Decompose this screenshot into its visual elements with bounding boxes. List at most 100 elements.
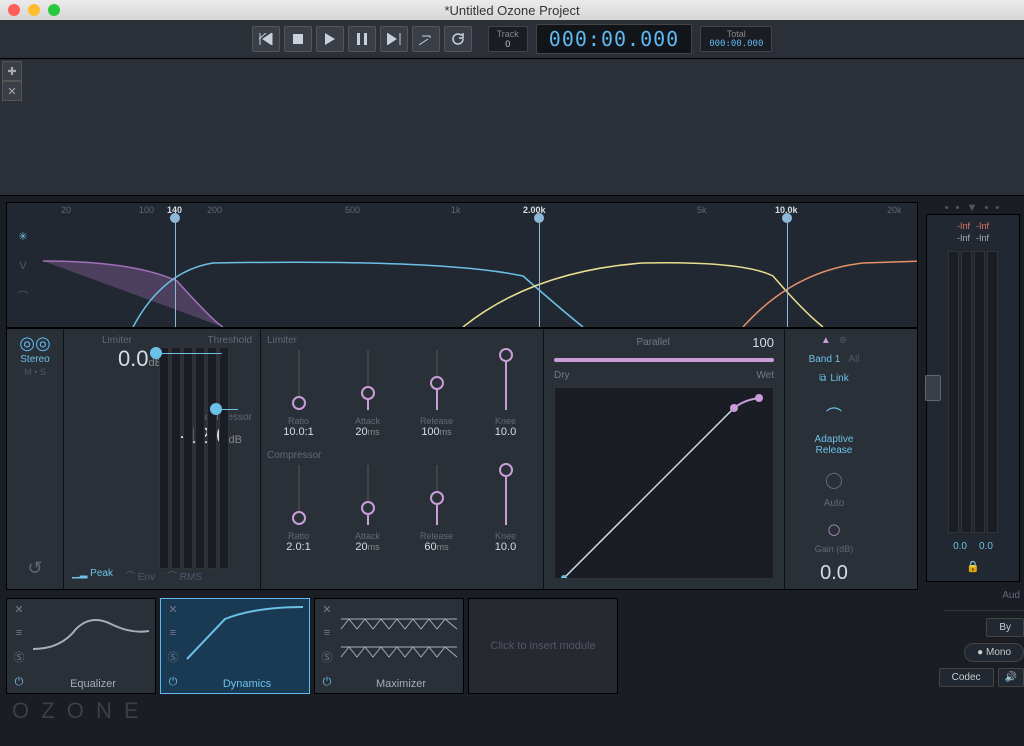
all-tab-icon[interactable]: ⊕ — [839, 335, 847, 346]
limiter-threshold-value[interactable]: 0.0dB — [72, 346, 162, 372]
ms-label[interactable]: M • S — [24, 367, 46, 377]
compressor-section-label: Compressor — [267, 450, 537, 461]
gain-label: Gain (dB) — [815, 544, 854, 554]
limiter-section-label: Limiter — [267, 335, 537, 346]
gain-value[interactable]: 0.0 — [820, 562, 848, 585]
track-display: Track 0 — [488, 26, 528, 52]
threshold-meters — [159, 347, 229, 569]
module-equalizer[interactable]: ✕ ≡ Ⓢ ⏻ Equalizer — [6, 598, 156, 694]
crossover-3-handle[interactable] — [782, 213, 792, 223]
rewind-button[interactable] — [252, 26, 280, 52]
dry-label: Dry — [554, 370, 570, 381]
solo-band-icon[interactable]: ✳ — [7, 221, 39, 251]
band1-tab[interactable]: Band 1 — [809, 354, 841, 365]
output-fader[interactable] — [925, 375, 941, 401]
comp-knee-slider[interactable]: Knee10.0 — [474, 465, 537, 553]
module-solo-icon[interactable]: Ⓢ — [9, 649, 29, 665]
track-label: Track — [497, 29, 519, 39]
crossover-2-line — [539, 221, 540, 327]
spectrum-tools: ✳ V ⌒ — [7, 221, 43, 311]
limiter-attack-slider[interactable]: Attack20ms — [336, 350, 399, 438]
crossover-1-line — [175, 221, 176, 327]
speaker-icon[interactable]: 🔊 — [998, 668, 1024, 687]
parallel-value: 100 — [752, 335, 774, 350]
adaptive-release-icon[interactable]: ⌒ — [826, 402, 842, 426]
window-title: *Untitled Ozone Project — [0, 3, 1024, 18]
link-button[interactable]: ⧉ Link — [819, 373, 849, 384]
dynamics-panel: ◎◎ Stereo M • S ↺ Limiter Threshold 0.0dB… — [6, 328, 918, 590]
module-power-icon[interactable]: ⏻ — [317, 676, 337, 689]
audio-label: Aud — [926, 590, 1020, 601]
auto-knob[interactable]: ◯ — [825, 470, 843, 490]
module-insert-slot[interactable]: Click to insert module — [468, 598, 618, 694]
module-close-icon[interactable]: ✕ — [163, 603, 183, 616]
module-eq-label: Equalizer — [31, 675, 155, 693]
module-power-icon[interactable]: ⏻ — [9, 676, 29, 689]
skip-button[interactable] — [412, 26, 440, 52]
auto-label: Auto — [824, 498, 845, 509]
stop-button[interactable] — [284, 26, 312, 52]
comp-release-slider[interactable]: Release60ms — [405, 465, 468, 553]
output-meter-panel: -Inf -Inf -Inf -Inf 0.0 0.0 🔒 — [926, 214, 1020, 582]
limiter-release-slider[interactable]: Release100ms — [405, 350, 468, 438]
slider-column: Limiter Ratio10.0:1 Attack20ms Release10… — [261, 329, 544, 589]
lock-icon[interactable]: 🔒 — [966, 560, 980, 573]
detector-peak[interactable]: ▁▂ Peak — [72, 568, 113, 583]
output-meters — [948, 251, 998, 533]
crossover-2-handle[interactable] — [534, 213, 544, 223]
total-value: 000:00.000 — [709, 39, 763, 49]
track-value: 0 — [505, 39, 510, 49]
limiter-knee-slider[interactable]: Knee10.0 — [474, 350, 537, 438]
threshold-label: Threshold — [208, 335, 252, 346]
parallel-label: Parallel — [636, 337, 669, 348]
module-power-icon[interactable]: ⏻ — [163, 676, 183, 689]
comp-attack-slider[interactable]: Attack20ms — [336, 465, 399, 553]
frequency-scale: 20 100 140 200 500 1k 2.00k 5k 10.0k 20k — [7, 203, 917, 221]
meter-rms-l: -Inf — [957, 233, 970, 243]
mono-button[interactable]: ● Mono — [964, 643, 1024, 662]
play-button[interactable] — [316, 26, 344, 52]
stereo-label: Stereo — [20, 354, 49, 365]
transport-bar: Track 0 000:00.000 Total 000:00.000 — [0, 20, 1024, 59]
module-chain: ✕≡Ⓢ⏻ Equalizer ✕≡Ⓢ⏻ Dynamics ✕≡Ⓢ⏻ Maximi… — [6, 598, 918, 694]
stereo-link-icon[interactable]: ◎◎ — [19, 333, 50, 354]
band-tab-icon[interactable]: ▲ — [821, 335, 831, 346]
meter-collapse-icon[interactable]: • • ▼ • • — [926, 202, 1020, 214]
track-strip: ✚ ✕ — [0, 59, 1024, 196]
module-solo-icon[interactable]: Ⓢ — [163, 649, 183, 665]
comp-ratio-slider[interactable]: Ratio2.0:1 — [267, 465, 330, 553]
transfer-curve[interactable] — [554, 387, 774, 579]
module-menu-icon[interactable]: ≡ — [163, 627, 183, 639]
view-mode-icon[interactable]: V — [7, 251, 39, 281]
close-track-button[interactable]: ✕ — [2, 81, 22, 101]
module-close-icon[interactable]: ✕ — [9, 603, 29, 616]
band-column: ▲ ⊕ Band 1 All ⧉ Link ⌒ Adaptive Release… — [785, 329, 883, 589]
adaptive-release-label[interactable]: Adaptive Release — [815, 434, 854, 456]
detector-env[interactable]: ⌒ Env — [125, 568, 155, 583]
crossover-1-handle[interactable] — [170, 213, 180, 223]
pause-button[interactable] — [348, 26, 376, 52]
module-dynamics[interactable]: ✕ ≡ Ⓢ ⏻ Dynamics — [160, 598, 310, 694]
gain-slider-thumb[interactable]: ◯ — [828, 523, 840, 536]
fast-forward-button[interactable] — [380, 26, 408, 52]
module-close-icon[interactable]: ✕ — [317, 603, 337, 616]
spectrum-display[interactable]: 20 100 140 200 500 1k 2.00k 5k 10.0k 20k… — [6, 202, 918, 328]
add-track-button[interactable]: ✚ — [2, 61, 22, 81]
curve-mode-icon[interactable]: ⌒ — [7, 281, 39, 311]
module-menu-icon[interactable]: ≡ — [9, 627, 29, 639]
detector-rms[interactable]: ⌒ RMS — [167, 568, 202, 583]
codec-button[interactable]: Codec — [939, 668, 994, 687]
all-tab[interactable]: All — [848, 354, 859, 365]
total-label: Total — [727, 29, 746, 39]
limiter-ratio-slider[interactable]: Ratio10.0:1 — [267, 350, 330, 438]
compressor-threshold-handle[interactable] — [210, 403, 222, 415]
limiter-threshold-handle[interactable] — [150, 347, 162, 359]
module-dyn-label: Dynamics — [185, 675, 309, 693]
bypass-button[interactable]: By — [986, 618, 1024, 637]
loop-button[interactable] — [444, 26, 472, 52]
reset-icon[interactable]: ↺ — [27, 558, 42, 579]
parallel-slider[interactable] — [554, 358, 774, 362]
module-menu-icon[interactable]: ≡ — [317, 627, 337, 639]
module-maximizer[interactable]: ✕≡Ⓢ⏻ Maximizer — [314, 598, 464, 694]
module-solo-icon[interactable]: Ⓢ — [317, 649, 337, 665]
